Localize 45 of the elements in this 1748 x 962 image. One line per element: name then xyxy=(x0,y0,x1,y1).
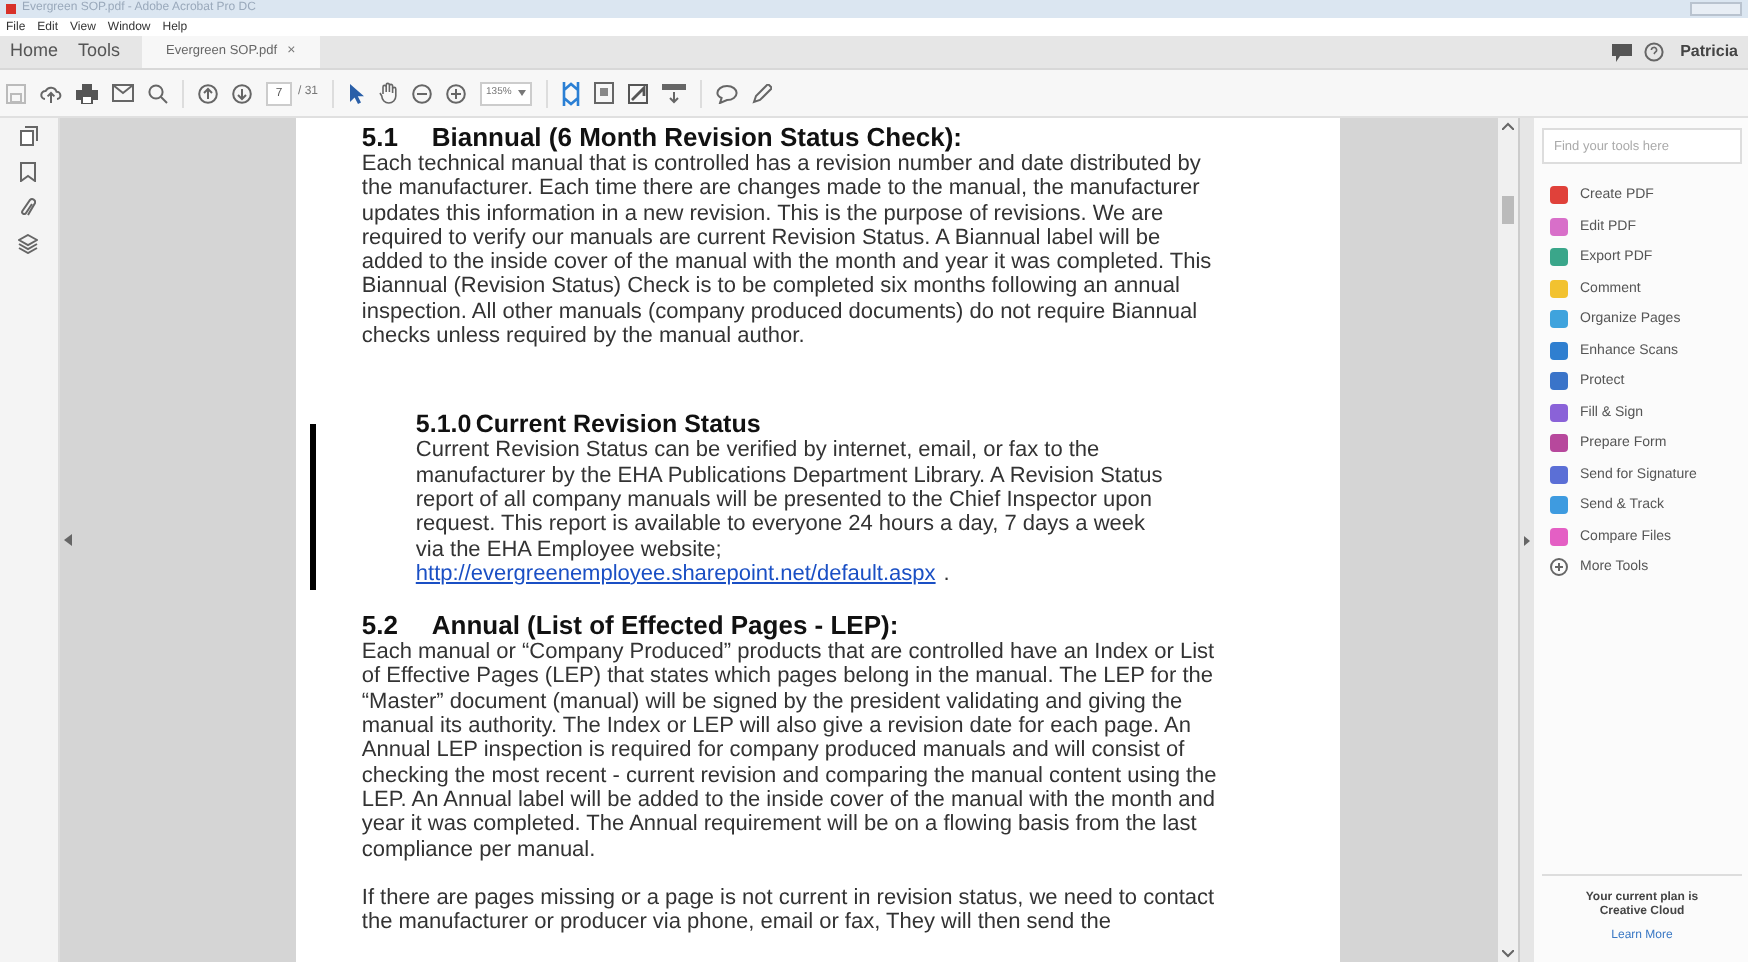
comment-icon[interactable] xyxy=(716,83,739,103)
app-icon xyxy=(6,4,16,14)
tab[interactable]: Home xyxy=(0,36,69,68)
search-icon[interactable] xyxy=(148,83,168,103)
caret-icon xyxy=(518,90,527,96)
full-screen-icon[interactable] xyxy=(628,83,649,103)
upload-cloud-icon[interactable] xyxy=(40,83,62,103)
expand-arrow-icon[interactable] xyxy=(1524,535,1531,545)
paragraph: Each technical manual that is controlled has a revision number and date distributed by the manufacturer. Each time there are changes made to the manual, the manufacturer updates this information in a new revision. This is the purpose of revisions. We are required to verify our manuals are current Revision Status. A Biannual label will be added to the inside cover of the manual with the month and year it was completed. This Biannual (Revision Status) Check is to be completed six months following an annual inspection. All other manuals (company produced documents) do not require Biannual checks unless required by the manual author. xyxy=(361,152,1214,349)
section-heading: Biannual (6 Month Revision Status Check): xyxy=(431,122,962,152)
bookmark-icon[interactable] xyxy=(20,162,37,182)
zoom-in-icon[interactable] xyxy=(446,83,467,103)
paragraph: If there are pages missing or a page is not current in revision status, we need to contact the manufacturer or producer via phone, email or fax, They will then send the xyxy=(361,885,1217,935)
paragraph: Each manual or “Company Produced” products that are controlled have an Index or List of Effective Pages (LEP) that states which pages belong in the manual. The LEP for the “Master” document (manual) will be signed by the president validating and giving the manual its authority. The Index or LEP will also give a revision date for each page. An Annual LEP inspection is required for company produced manuals and will consist of checking the most recent - current revision and comparing the manual content using the LEP. An Annual label will be added to the inside cover of the manual with the month and year it was completed. The Annual requirement will be on a flowing basis from the last compliance per manual. xyxy=(361,640,1217,862)
pen-icon[interactable] xyxy=(752,83,773,103)
scroll-up-icon[interactable] xyxy=(1502,122,1515,130)
layers-icon[interactable] xyxy=(18,234,39,254)
zoom-out-icon[interactable] xyxy=(412,83,433,103)
section-heading: Annual (List of Effected Pages - LEP): xyxy=(431,610,899,641)
paperclip-icon[interactable] xyxy=(20,198,37,218)
section-number: 5.2 xyxy=(361,610,400,641)
scrollbar-thumb[interactable] xyxy=(1502,196,1515,224)
scroll-down-icon[interactable] xyxy=(1502,950,1515,958)
chat-icon[interactable] xyxy=(1612,43,1633,61)
tab[interactable]: Tools xyxy=(68,36,131,68)
section-heading: Current Revision Status xyxy=(475,410,761,439)
plus-circle-icon xyxy=(1550,558,1568,576)
print-icon[interactable] xyxy=(76,83,98,103)
read-mode-icon[interactable] xyxy=(662,82,687,104)
section-number: 5.1.0 xyxy=(415,410,474,439)
help-icon[interactable] xyxy=(1644,42,1665,62)
page-icon[interactable] xyxy=(594,82,615,104)
next-page-icon[interactable] xyxy=(232,83,252,103)
web-link[interactable]: http://evergreenemployee.sharepoint.net/default.aspx xyxy=(415,561,936,587)
paragraph: Current Revision Status can be verified by internet, email, or fax to the manufacturer by the EHA Publications Department Library. A Revision Status report of all company manuals will be presented to the Chief Inspector upon request. This report is available to everyone 24 hours a day, 7 days a week via the EHA Employee website; xyxy=(415,438,1165,562)
user-name[interactable]: Patricia xyxy=(1676,40,1742,64)
section-number: 5.1 xyxy=(361,122,400,152)
select-arrow-icon[interactable] xyxy=(348,83,365,103)
previous-page-icon[interactable] xyxy=(198,83,218,103)
collapse-arrow-icon[interactable] xyxy=(63,534,72,546)
hand-icon[interactable] xyxy=(378,82,399,104)
pages-icon[interactable] xyxy=(19,126,38,146)
punctuation: . xyxy=(943,561,950,587)
email-icon[interactable] xyxy=(112,84,134,102)
fit-page-icon[interactable] xyxy=(562,81,581,105)
